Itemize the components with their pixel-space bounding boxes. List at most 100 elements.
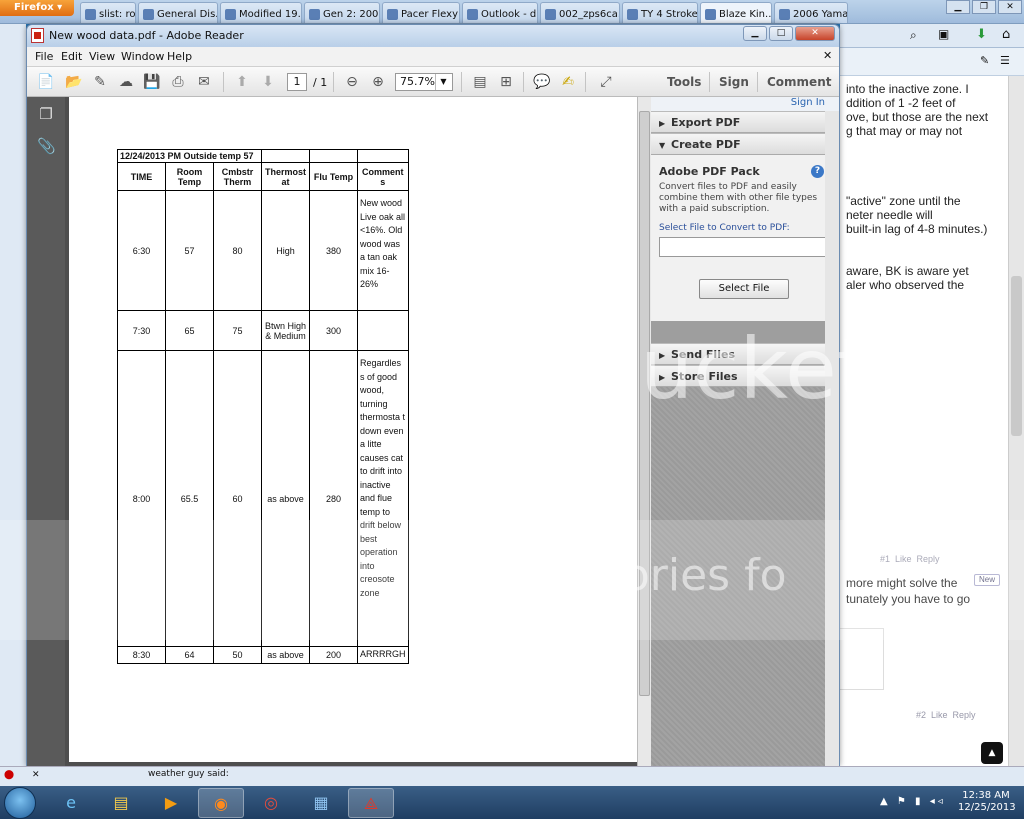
fullscreen-icon[interactable]: ⤢ <box>597 73 615 91</box>
adobe-maximize-icon[interactable]: □ <box>769 26 793 41</box>
browser-tab[interactable]: slist: ro... <box>80 2 136 23</box>
close-icon[interactable]: ✕ <box>998 0 1022 14</box>
wrench-icon[interactable]: ✎ <box>980 54 989 67</box>
tools-button[interactable]: Tools <box>667 75 701 89</box>
tab-label: Gen 2: 2000... <box>323 9 379 20</box>
comment-button[interactable]: Comment <box>767 75 831 89</box>
system-clock[interactable]: 12:38 AM 12/25/2013 <box>958 790 1016 814</box>
chevron-down-icon[interactable]: ▼ <box>435 74 451 90</box>
cell-comment: New wood Live oak all <16%. Old wood was… <box>357 190 409 311</box>
reply-box[interactable] <box>840 628 884 690</box>
browser-tab[interactable]: Blaze Kin... <box>700 2 772 23</box>
adobe-close-icon[interactable]: ✕ <box>795 26 835 41</box>
close-bar-icon[interactable]: ✕ <box>32 770 40 780</box>
menu-edit[interactable]: Edit <box>61 50 82 63</box>
highlight-icon[interactable]: ✍ <box>559 73 577 91</box>
home-icon[interactable]: ⌂ <box>1002 27 1010 42</box>
page-number-input[interactable]: 1 <box>287 73 307 91</box>
network-app-icon[interactable]: ▦ <box>298 788 344 818</box>
comment-note-icon[interactable]: 💬 <box>533 73 551 91</box>
cell-flu: 380 <box>309 190 358 311</box>
menu-help[interactable]: Help <box>167 50 192 63</box>
new-badge[interactable]: New <box>974 574 1000 586</box>
close-document-icon[interactable]: ✕ <box>823 49 832 62</box>
create-icon[interactable]: 📄 <box>37 73 55 91</box>
firefox-icon[interactable]: ◉ <box>198 788 244 818</box>
previous-page-icon[interactable]: ⬆ <box>233 73 251 91</box>
browser-scrollbar-thumb[interactable] <box>1011 276 1022 436</box>
toolbar-separator <box>757 72 758 92</box>
sign-button[interactable]: Sign <box>719 75 749 89</box>
browser-tab[interactable]: 002_zps6ca... <box>540 2 620 23</box>
browser-tab[interactable]: General Dis... <box>138 2 218 23</box>
menu-file[interactable]: File <box>35 50 53 63</box>
download-icon[interactable]: ⬇ <box>976 27 987 42</box>
send-files-section[interactable]: ▶ Send Files <box>651 343 839 365</box>
adobe-minimize-icon[interactable]: ▁ <box>743 26 767 41</box>
table-title: 12/24/2013 PM Outside temp 57 <box>117 149 262 163</box>
wood-data-table: 12/24/2013 PM Outside temp 57 TIME Room … <box>117 149 409 664</box>
chrome-icon[interactable]: ◎ <box>248 788 294 818</box>
forum-text-line: built-in lag of 4-8 minutes.) <box>846 222 988 236</box>
browser-tab[interactable]: Outlook - d... <box>462 2 538 23</box>
browser-tab[interactable]: TY 4 Stroke ... <box>622 2 698 23</box>
browser-tab[interactable]: 2006 Yamah... <box>774 2 848 23</box>
fit-page-icon[interactable]: ▤ <box>471 73 489 91</box>
zoom-out-icon[interactable]: ⊖ <box>343 73 361 91</box>
menu-view[interactable]: View <box>89 50 115 63</box>
select-file-button[interactable]: Select File <box>699 279 789 299</box>
forum-text-line: tunately you have to go <box>846 592 971 606</box>
system-tray-icons[interactable]: ▲ ⚑ ▮ ◂◃ <box>880 796 946 807</box>
media-player-icon[interactable]: ▶ <box>148 788 194 818</box>
restore-icon[interactable]: ❐ <box>972 0 996 14</box>
document-scrollbar-thumb[interactable] <box>639 111 650 696</box>
post-actions[interactable]: #1 Like Reply <box>880 552 940 566</box>
menu-icon[interactable]: ☰ <box>1000 54 1010 67</box>
browser-tab[interactable]: Pacer Flexy ... <box>382 2 460 23</box>
browser-nav-bar: ⌕ ▣ ⬇ ⌂ <box>840 24 1024 48</box>
firefox-menu-button[interactable]: Firefox ▾ <box>0 0 74 16</box>
create-pdf-section[interactable]: ▼ Create PDF <box>651 133 839 155</box>
file-input[interactable] <box>659 237 827 257</box>
cell-flu: 300 <box>309 310 358 351</box>
tools-pane-scrollbar[interactable] <box>825 111 839 766</box>
cloud-upload-icon[interactable]: ☁ <box>117 73 135 91</box>
start-button[interactable] <box>4 787 36 819</box>
next-page-icon[interactable]: ⬇ <box>259 73 277 91</box>
cell-room: 57 <box>165 190 214 311</box>
sign-in-link[interactable]: Sign In <box>651 97 839 111</box>
document-scrollbar[interactable] <box>637 97 651 766</box>
bookmarks-icon[interactable]: ▣ <box>938 27 949 41</box>
search-icon[interactable]: ⌕ <box>910 28 917 43</box>
edit-icon[interactable]: ✎ <box>91 73 109 91</box>
cell-flu: 200 <box>309 646 358 664</box>
adobe-reader-icon[interactable]: ⟁ <box>348 788 394 818</box>
store-files-section[interactable]: ▶ Store Files <box>651 365 839 387</box>
help-icon[interactable]: ? <box>811 165 824 178</box>
menu-window[interactable]: Window <box>121 50 164 63</box>
tab-favicon-icon <box>467 9 478 20</box>
post-actions[interactable]: #2 Like Reply <box>916 708 976 722</box>
export-pdf-section[interactable]: ▶ Export PDF <box>651 111 839 133</box>
open-icon[interactable]: 📂 <box>65 73 83 91</box>
browser-tab[interactable]: Modified 19... <box>220 2 302 23</box>
internet-explorer-icon[interactable]: e <box>48 788 94 818</box>
browser-tab[interactable]: Gen 2: 2000... <box>304 2 380 23</box>
cell-thermostat: as above <box>261 350 310 647</box>
save-icon[interactable]: 💾 <box>143 73 161 91</box>
file-explorer-icon[interactable]: ▤ <box>98 788 144 818</box>
tab-label: slist: ro... <box>99 9 136 20</box>
page-thumbnails-icon[interactable]: ❐ <box>37 105 55 123</box>
email-icon[interactable]: ✉ <box>195 73 213 91</box>
scroll-top-icon[interactable]: ▲ <box>981 742 1003 764</box>
store-files-label: Store Files <box>671 370 738 383</box>
tab-favicon-icon <box>779 9 790 20</box>
fit-width-icon[interactable]: ⊞ <box>497 73 515 91</box>
attachments-icon[interactable]: 📎 <box>37 137 56 155</box>
print-icon[interactable]: ⎙ <box>169 73 187 91</box>
browser-scrollbar[interactable] <box>1008 76 1024 766</box>
addon-icon[interactable]: ⬤ <box>4 770 14 780</box>
cell-thermostat: as above <box>261 646 310 664</box>
zoom-in-icon[interactable]: ⊕ <box>369 73 387 91</box>
minimize-icon[interactable]: ▁ <box>946 0 970 14</box>
